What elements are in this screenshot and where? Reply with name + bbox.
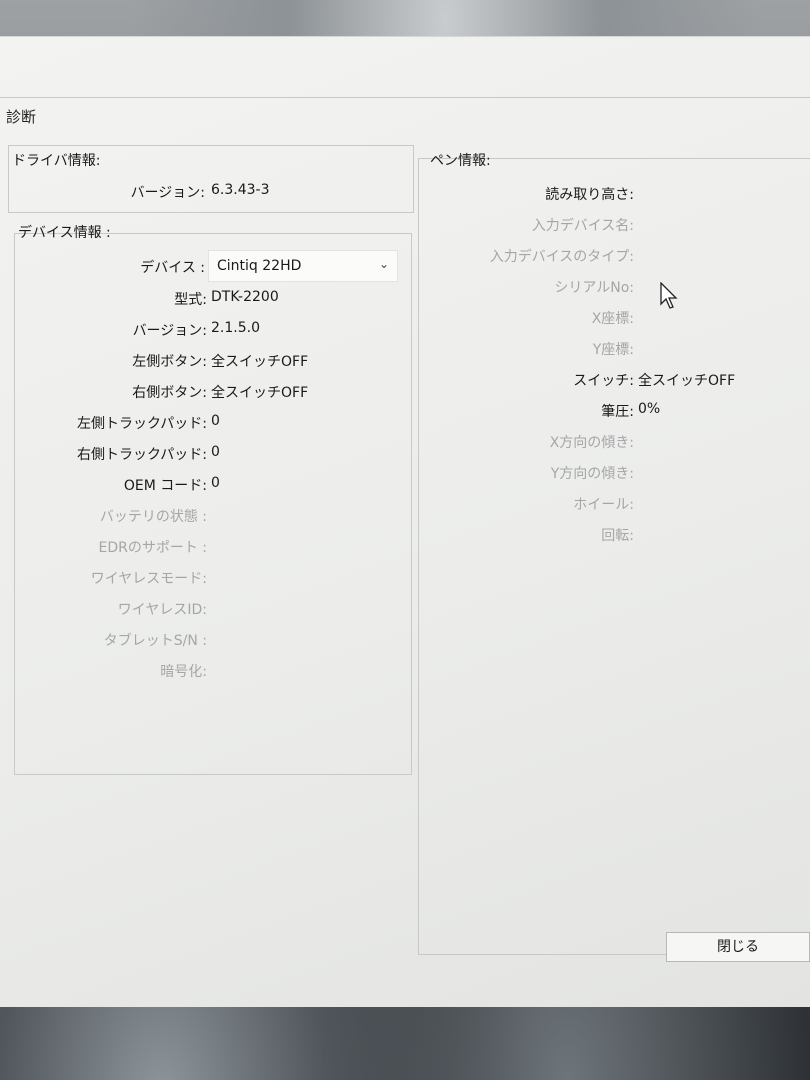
pen-info-row: 読み取り高さ:: [0, 184, 810, 204]
device-info-row: タブレットS/N :: [0, 630, 410, 650]
pen-info-label: Y座標:: [592, 342, 634, 358]
device-info-label: タブレットS/N :: [103, 633, 207, 649]
pen-info-row: Y座標:: [0, 339, 810, 359]
pen-info-row: 回転:: [0, 525, 810, 545]
pen-info-label: 入力デバイス名:: [531, 218, 634, 234]
pen-info-label: 回転:: [601, 528, 634, 544]
pen-info-label: シリアルNo:: [554, 280, 634, 296]
close-button[interactable]: 閉じる: [666, 932, 810, 962]
pen-info-value: 全スイッチOFF: [638, 373, 736, 389]
pen-info-label: Y方向の傾き:: [550, 466, 634, 482]
pen-info-row: X座標:: [0, 308, 810, 328]
pen-info-row: 入力デバイス名:: [0, 215, 810, 235]
device-info-row: ワイヤレスモード:: [0, 568, 410, 588]
pen-info-label: X座標:: [591, 311, 634, 327]
pen-info-row: ホイール:: [0, 494, 810, 514]
pen-info-row: Y方向の傾き:: [0, 463, 810, 483]
pen-info-row: 筆圧: 0%: [0, 401, 810, 421]
device-info-row: ワイヤレスID:: [0, 599, 410, 619]
pen-info-label: スイッチ:: [573, 373, 634, 389]
device-info-label: ワイヤレスID:: [117, 602, 207, 618]
pen-info-row: スイッチ: 全スイッチOFF: [0, 370, 810, 390]
pen-info-row: X方向の傾き:: [0, 432, 810, 452]
device-info-label: ワイヤレスモード:: [90, 571, 207, 587]
pen-info-label: 入力デバイスのタイプ:: [489, 249, 634, 265]
pen-info-label: 読み取り高さ:: [545, 187, 634, 203]
dialog-title: 診断: [6, 108, 37, 126]
pen-info-label: X方向の傾き:: [549, 435, 634, 451]
device-info-row: 暗号化:: [0, 661, 410, 681]
mouse-cursor-icon: [660, 282, 678, 309]
pen-info-heading: ペン情報:: [430, 153, 491, 169]
pen-info-label: 筆圧:: [601, 404, 634, 420]
window-titlebar[interactable]: [0, 37, 810, 98]
pen-info-row: シリアルNo:: [0, 277, 810, 297]
driver-info-heading: ドライバ情報:: [12, 153, 101, 169]
device-info-label: 暗号化:: [160, 664, 207, 680]
pen-info-row: 入力デバイスのタイプ:: [0, 246, 810, 266]
pen-info-value: 0%: [638, 401, 661, 417]
pen-info-label: ホイール:: [573, 497, 634, 513]
